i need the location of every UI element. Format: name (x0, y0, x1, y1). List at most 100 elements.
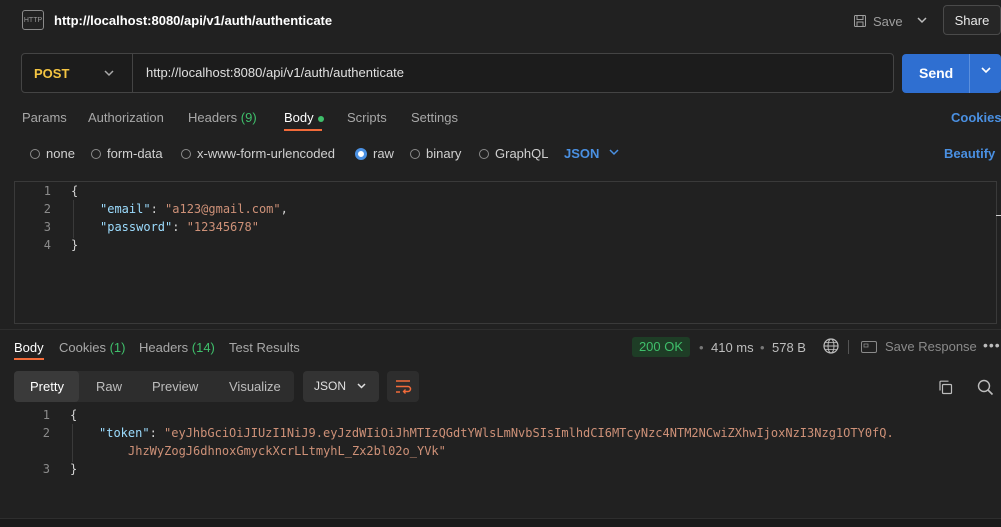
line-number: 3 (43, 220, 51, 234)
save-label: Save (873, 13, 903, 29)
radio-urlencoded[interactable]: x-www-form-urlencoded (181, 146, 335, 161)
tab-params[interactable]: Params (22, 110, 67, 125)
code-line: } (70, 462, 78, 476)
tab-authorization[interactable]: Authorization (88, 110, 164, 125)
view-visualize[interactable]: Visualize (229, 379, 281, 394)
tab-headers[interactable]: Headers (9) (188, 110, 257, 125)
radio-form-data[interactable]: form-data (91, 146, 163, 161)
radio-circle-icon (181, 148, 191, 159)
tab-label: Headers (139, 340, 189, 355)
active-tab-indicator (14, 358, 44, 360)
line-number: 1 (43, 184, 51, 198)
radio-none[interactable]: none (30, 146, 75, 161)
title-bar: HTTP http://localhost:8080/api/v1/auth/a… (0, 0, 1001, 42)
radio-circle-icon (30, 148, 40, 159)
view-preview[interactable]: Preview (152, 379, 198, 394)
save-button[interactable]: Save (853, 11, 903, 31)
cookies-link[interactable]: Cookies (951, 110, 1001, 125)
tab-scripts[interactable]: Scripts (347, 110, 387, 125)
tab-body-label: Body (284, 110, 314, 125)
headers-count: (14) (191, 340, 215, 355)
copy-icon[interactable] (938, 380, 953, 398)
scrollbar-marker[interactable] (996, 215, 1001, 216)
response-time[interactable]: 410 ms (711, 340, 754, 355)
chevron-down-icon[interactable] (608, 146, 620, 161)
url-input[interactable]: http://localhost:8080/api/v1/auth/authen… (146, 65, 846, 80)
response-format-select[interactable]: JSON (303, 371, 379, 402)
divider (848, 340, 849, 354)
cookies-count: (1) (109, 340, 126, 355)
share-button[interactable]: Share (943, 5, 1001, 35)
separator-dot: • (699, 340, 704, 355)
save-options-chevron-icon[interactable] (917, 13, 927, 28)
save-response-icon (861, 340, 877, 353)
send-button[interactable]: Send (902, 54, 1001, 93)
code-line: { (71, 184, 79, 198)
line-number: 3 (42, 462, 50, 476)
tab-headers-label: Headers (188, 110, 238, 125)
send-label: Send (919, 65, 954, 81)
beautify-link[interactable]: Beautify (944, 146, 995, 161)
radio-graphql[interactable]: GraphQL (479, 146, 548, 161)
method-select[interactable]: POST (34, 66, 69, 81)
code-line: "email": "a123@gmail.com", (100, 202, 288, 216)
response-size[interactable]: 578 B (772, 340, 806, 355)
active-tab-indicator (284, 129, 322, 131)
tab-settings[interactable]: Settings (411, 110, 458, 125)
globe-icon[interactable] (823, 338, 839, 354)
view-raw[interactable]: Raw (96, 379, 122, 394)
line-number: 1 (42, 408, 50, 422)
divider (969, 54, 970, 93)
code-line: } (71, 238, 79, 252)
code-line-wrapped: JhzWyZogJ6dhnoxGmyckXcrLLtmyhL_Zx2bl02o_… (128, 444, 446, 458)
radio-label: raw (373, 146, 394, 161)
line-number: 4 (43, 238, 51, 252)
radio-label: x-www-form-urlencoded (197, 146, 335, 161)
http-request-icon: HTTP (22, 10, 44, 30)
tab-response-headers[interactable]: Headers (14) (139, 340, 215, 355)
request-body-editor[interactable]: 1 { 2 "email": "a123@gmail.com", 3 "pass… (14, 181, 997, 324)
chevron-down-icon[interactable] (104, 66, 114, 81)
send-options-chevron-icon[interactable] (980, 64, 992, 79)
radio-checked-icon (355, 147, 367, 160)
tab-response-cookies[interactable]: Cookies (1) (59, 340, 125, 355)
radio-raw[interactable]: raw (355, 146, 394, 161)
response-view-selector: Pretty Raw Preview Visualize (14, 371, 294, 402)
save-response-label: Save Response (885, 339, 977, 354)
divider (132, 54, 133, 92)
more-options-icon[interactable]: ••• (983, 337, 1001, 353)
radio-circle-icon (479, 148, 489, 159)
wrap-lines-icon (396, 380, 412, 394)
panel-divider[interactable] (0, 329, 1001, 330)
code-line: { (70, 408, 78, 422)
radio-binary[interactable]: binary (410, 146, 461, 161)
tab-test-results[interactable]: Test Results (229, 340, 300, 355)
format-label: JSON (314, 379, 347, 393)
code-line: "password": "12345678" (100, 220, 259, 234)
headers-count: (9) (240, 110, 257, 125)
view-pretty[interactable]: Pretty (30, 379, 64, 394)
indent-guide (73, 200, 74, 238)
save-response-button[interactable]: Save Response (861, 339, 977, 354)
save-icon (854, 15, 866, 27)
code-line: "token": "eyJhbGciOiJIUzI1NiJ9.eyJzdWIiO… (99, 426, 894, 440)
indent-guide (72, 424, 73, 462)
tab-body[interactable]: Body (284, 110, 324, 125)
url-bar: POST http://localhost:8080/api/v1/auth/a… (21, 53, 894, 93)
line-number: 2 (43, 202, 51, 216)
modified-dot-icon (317, 115, 324, 122)
radio-label: none (46, 146, 75, 161)
chevron-down-icon (356, 379, 367, 394)
line-number: 2 (42, 426, 50, 440)
body-format-select[interactable]: JSON (564, 146, 599, 161)
tab-response-body[interactable]: Body (14, 340, 44, 355)
search-icon[interactable] (977, 379, 994, 399)
response-body-viewer[interactable]: 1 { 2 "token": "eyJhbGciOiJIUzI1NiJ9.eyJ… (0, 406, 1001, 516)
separator-dot: • (760, 340, 765, 355)
radio-label: form-data (107, 146, 163, 161)
tab-label: Cookies (59, 340, 106, 355)
radio-label: binary (426, 146, 462, 161)
status-badge[interactable]: 200 OK (632, 337, 690, 357)
request-title[interactable]: http://localhost:8080/api/v1/auth/authen… (54, 13, 332, 28)
wrap-lines-button[interactable] (387, 371, 419, 402)
